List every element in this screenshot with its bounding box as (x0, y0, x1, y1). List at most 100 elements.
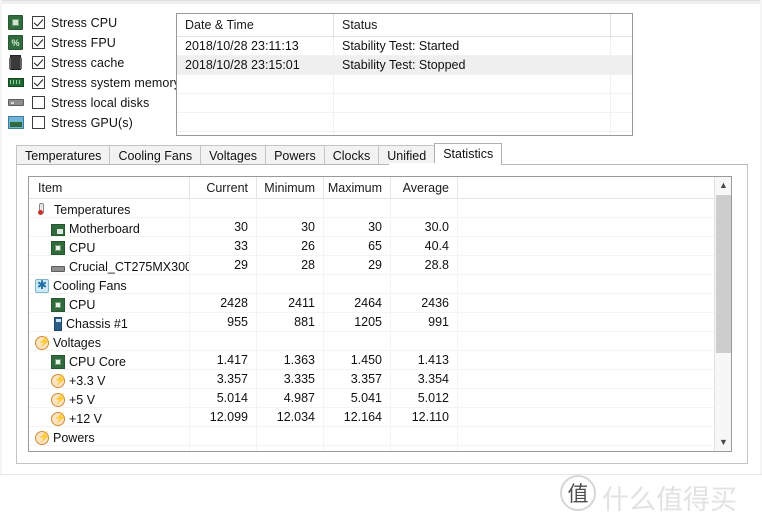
scroll-down-icon[interactable]: ▼ (715, 434, 731, 451)
row-maximum: 5.041 (324, 389, 391, 408)
table-row-partial[interactable] (29, 446, 731, 451)
event-log-header: Date & Time Status (177, 14, 632, 37)
log-extra (611, 37, 632, 56)
row-current: 955 (190, 313, 257, 332)
row-current (190, 332, 257, 351)
tab-unified[interactable]: Unified (378, 145, 436, 165)
scroll-up-icon[interactable]: ▲ (715, 177, 731, 194)
log-datetime: 2018/10/28 23:15:01 (177, 56, 334, 75)
table-row[interactable]: Chassis #1 955 881 1205 991 (29, 313, 731, 332)
row-average: 991 (391, 313, 458, 332)
window-left-border (0, 0, 2, 474)
tab-clocks[interactable]: Clocks (323, 145, 380, 165)
tab-cooling-fans[interactable]: Cooling Fans (109, 145, 202, 165)
row-maximum: 30 (324, 218, 391, 237)
tab-powers[interactable]: Powers (265, 145, 325, 165)
statistics-table[interactable]: Item Current Minimum Maximum Average Tem… (28, 176, 732, 452)
row-average: 3.354 (391, 370, 458, 389)
column-header-item[interactable]: Item (29, 177, 190, 199)
window-top-border (0, 0, 762, 4)
row-maximum (324, 199, 391, 218)
voltage-bolt-icon (51, 393, 66, 407)
row-current: 30 (190, 218, 257, 237)
column-header-average[interactable]: Average (391, 177, 458, 199)
table-row[interactable]: Cooling Fans (29, 275, 731, 294)
column-header-maximum[interactable]: Maximum (324, 177, 391, 199)
table-row[interactable]: Voltages (29, 332, 731, 351)
row-average: 28.8 (391, 256, 458, 275)
row-item-label: Crucial_CT275MX300... (69, 259, 190, 274)
row-minimum: 3.335 (257, 370, 324, 389)
table-row[interactable]: CPU 33 26 65 40.4 (29, 237, 731, 256)
row-maximum: 1.450 (324, 351, 391, 370)
stress-option-system-memory[interactable]: Stress system memory (8, 73, 180, 92)
row-average: 30.0 (391, 218, 458, 237)
tab-statistics[interactable]: Statistics (434, 143, 503, 165)
row-minimum: 30 (257, 218, 324, 237)
row-maximum: 3.357 (324, 370, 391, 389)
table-row[interactable]: Temperatures (29, 199, 731, 218)
row-minimum: 12.034 (257, 408, 324, 427)
stress-gpus-checkbox[interactable] (32, 116, 45, 129)
row-current (190, 275, 257, 294)
tab-temperatures[interactable]: Temperatures (16, 145, 111, 165)
row-current: 29 (190, 256, 257, 275)
table-row[interactable]: Motherboard 30 30 30 30.0 (29, 218, 731, 237)
table-row[interactable]: +12 V 12.099 12.034 12.164 12.110 (29, 408, 731, 427)
statistics-table-header: Item Current Minimum Maximum Average (29, 177, 731, 199)
cpu-chip-icon (8, 14, 25, 31)
voltage-bolt-icon (51, 374, 66, 388)
row-item-label: CPU (69, 297, 96, 312)
statistics-scrollbar[interactable]: ▲ ▼ (714, 177, 731, 451)
scrollbar-thumb[interactable] (716, 195, 731, 353)
stress-option-fpu[interactable]: % Stress FPU (8, 33, 173, 52)
row-minimum (257, 275, 324, 294)
table-row[interactable]: 2018/10/28 23:11:13 Stability Test: Star… (177, 37, 632, 56)
stress-gpus-label: Stress GPU(s) (51, 115, 133, 130)
row-average: 5.012 (391, 389, 458, 408)
row-maximum: 29 (324, 256, 391, 275)
cpu-chip-icon (51, 298, 65, 312)
stress-option-cache[interactable]: Stress cache (8, 53, 173, 72)
table-row[interactable]: Crucial_CT275MX300... 29 28 29 28.8 (29, 256, 731, 275)
stress-fpu-checkbox[interactable] (32, 36, 45, 49)
cpu-chip-icon (51, 355, 65, 369)
table-row-empty[interactable] (177, 75, 632, 94)
log-datetime: 2018/10/28 23:11:13 (177, 37, 334, 56)
table-row-empty[interactable] (177, 113, 632, 132)
row-item-label: CPU Core (69, 354, 126, 369)
log-column-extra[interactable] (611, 14, 632, 37)
row-item-label: +3.3 V (69, 373, 106, 388)
column-header-spacer[interactable] (458, 177, 701, 199)
table-row-empty[interactable] (177, 132, 632, 135)
row-minimum: 4.987 (257, 389, 324, 408)
column-header-minimum[interactable]: Minimum (257, 177, 324, 199)
stress-option-cpu[interactable]: Stress CPU (8, 13, 173, 32)
stress-cache-checkbox[interactable] (32, 56, 45, 69)
log-column-datetime[interactable]: Date & Time (177, 14, 334, 37)
table-row[interactable]: 2018/10/28 23:15:01 Stability Test: Stop… (177, 56, 632, 75)
tab-voltages[interactable]: Voltages (200, 145, 267, 165)
stress-option-gpus[interactable]: Stress GPU(s) (8, 113, 173, 132)
log-status: Stability Test: Stopped (334, 56, 611, 75)
row-minimum: 26 (257, 237, 324, 256)
stress-option-local-disks[interactable]: Stress local disks (8, 93, 173, 112)
table-row[interactable]: +5 V 5.014 4.987 5.041 5.012 (29, 389, 731, 408)
stress-local-disks-checkbox[interactable] (32, 96, 45, 109)
row-current: 1.417 (190, 351, 257, 370)
table-row[interactable]: +3.3 V 3.357 3.335 3.357 3.354 (29, 370, 731, 389)
row-maximum (324, 332, 391, 351)
row-maximum: 2464 (324, 294, 391, 313)
table-row[interactable]: CPU 2428 2411 2464 2436 (29, 294, 731, 313)
row-maximum (324, 275, 391, 294)
table-row[interactable]: CPU Core 1.417 1.363 1.450 1.413 (29, 351, 731, 370)
row-average (391, 275, 458, 294)
row-minimum (257, 427, 324, 446)
stress-system-memory-checkbox[interactable] (32, 76, 45, 89)
column-header-current[interactable]: Current (190, 177, 257, 199)
table-row-empty[interactable] (177, 94, 632, 113)
stress-cpu-checkbox[interactable] (32, 16, 45, 29)
table-row[interactable]: Powers (29, 427, 731, 446)
event-log-panel[interactable]: Date & Time Status 2018/10/28 23:11:13 S… (176, 13, 633, 136)
log-column-status[interactable]: Status (334, 14, 611, 37)
